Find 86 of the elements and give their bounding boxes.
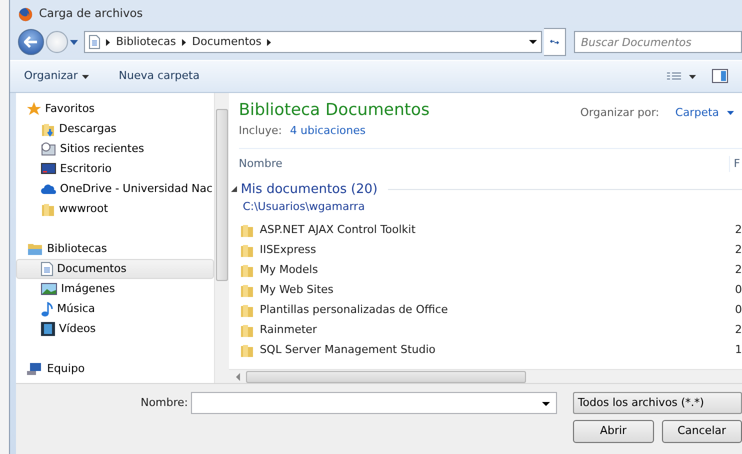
organize-button[interactable]: Organizar [24,68,89,85]
nav-item[interactable]: Documentos [16,259,214,279]
view-button[interactable] [667,72,696,82]
file-name[interactable]: SQL Server Management Studio [260,342,730,359]
document-icon [41,262,53,276]
library-icon [27,242,43,256]
recent-places-icon [41,142,56,156]
open-button[interactable]: Abrir [573,420,654,443]
file-name[interactable]: Rainmeter [260,322,730,339]
nav-group[interactable]: Equipo [16,359,214,379]
document-icon [89,35,100,49]
caret-icon [529,40,537,44]
computer-icon [27,362,43,376]
refresh-button[interactable] [544,28,566,56]
arrange-label: Organizar por: [580,105,660,121]
group-title: Mis documentos (20) [240,180,378,199]
breadcrumb-item[interactable]: Bibliotecas [116,34,176,50]
back-button[interactable] [18,29,44,55]
address-bar[interactable]: Bibliotecas Documentos [84,31,542,53]
column-header[interactable]: Nombre [238,156,729,172]
film-icon [41,322,55,336]
nav-group[interactable]: Favoritos [16,99,214,119]
table-cell-text: 2 [735,242,742,258]
nav-item[interactable]: Descargas [16,119,214,139]
new-folder-button[interactable]: Nueva carpeta [118,68,200,85]
name-label: Nombre: [140,394,190,411]
chevron-icon [106,38,110,46]
file-name[interactable]: Plantillas personalizadas de Office [260,302,730,319]
group-path: C:\Usuarios\wgamarra [242,199,366,216]
list-view-icon [667,72,681,82]
cancel-button[interactable]: Cancelar [662,420,742,443]
horizontal-scrollbar[interactable] [228,369,742,383]
caret-icon [82,74,89,78]
table-cell-text: 2 [735,322,742,338]
table-cell-text: 2 [735,222,742,238]
file-name-field[interactable] [191,392,557,414]
locations-link[interactable]: 4 ubicaciones [290,123,366,140]
column-header[interactable]: F [728,156,740,172]
folder-icon [41,202,55,216]
expanded-triangle-icon[interactable] [230,186,237,192]
caret-icon [727,111,734,116]
nav-item[interactable]: wwwroot [16,199,214,219]
file-name[interactable]: My Web Sites [260,282,730,299]
window-title: Carga de archivos [39,5,143,22]
folder-icon [240,223,254,238]
preview-pane-icon [712,69,728,84]
nav-group[interactable]: Bibliotecas [16,239,214,259]
file-name[interactable]: My Models [260,262,730,279]
nav-item[interactable]: Vídeos [16,319,214,339]
scrollbar[interactable] [214,93,229,383]
folder-icon [240,343,254,358]
download-folder-icon [41,122,55,136]
star-icon [27,102,41,116]
folder-icon [240,283,254,298]
desktop-icon [41,163,56,175]
folder-icon [240,243,254,258]
nav-item[interactable]: Imágenes [16,279,214,299]
back-arrow-icon [24,36,38,48]
folder-icon [240,323,254,338]
search-field[interactable]: Buscar Documentos [574,31,742,53]
cloud-icon [41,184,56,194]
chevron-icon [182,38,186,46]
includes-label: Incluye: [238,123,282,140]
table-cell-text: 0 [735,282,742,298]
music-note-icon [41,302,53,316]
nav-item[interactable]: Música [16,299,214,319]
breadcrumb-item[interactable]: Documentos [192,34,262,50]
caret-icon[interactable] [542,402,550,406]
caret-icon [689,74,696,78]
folder-icon [240,263,254,278]
table-cell-text: 0 [735,302,742,318]
file-name[interactable]: IISExpress [260,242,730,259]
arrange-dropdown[interactable]: Carpeta [675,105,734,122]
nav-item[interactable]: Sitios recientes [16,139,214,159]
nav-item[interactable]: Escritorio [16,159,214,179]
folder-icon [240,303,254,318]
library-title: Biblioteca Documentos [238,101,430,120]
preview-pane-button[interactable] [712,68,728,85]
file-name[interactable]: ASP.NET AJAX Control Toolkit [260,222,730,239]
chevron-icon [267,38,272,46]
browser-logo-icon [18,6,33,22]
nav-item[interactable]: OneDrive - Universidad Nac [16,179,214,199]
file-type-dropdown[interactable]: Todos los archivos (*.*) [572,392,742,414]
table-cell-text: 2 [735,262,742,278]
image-icon [41,283,57,295]
table-cell-text: 1 [735,342,742,358]
